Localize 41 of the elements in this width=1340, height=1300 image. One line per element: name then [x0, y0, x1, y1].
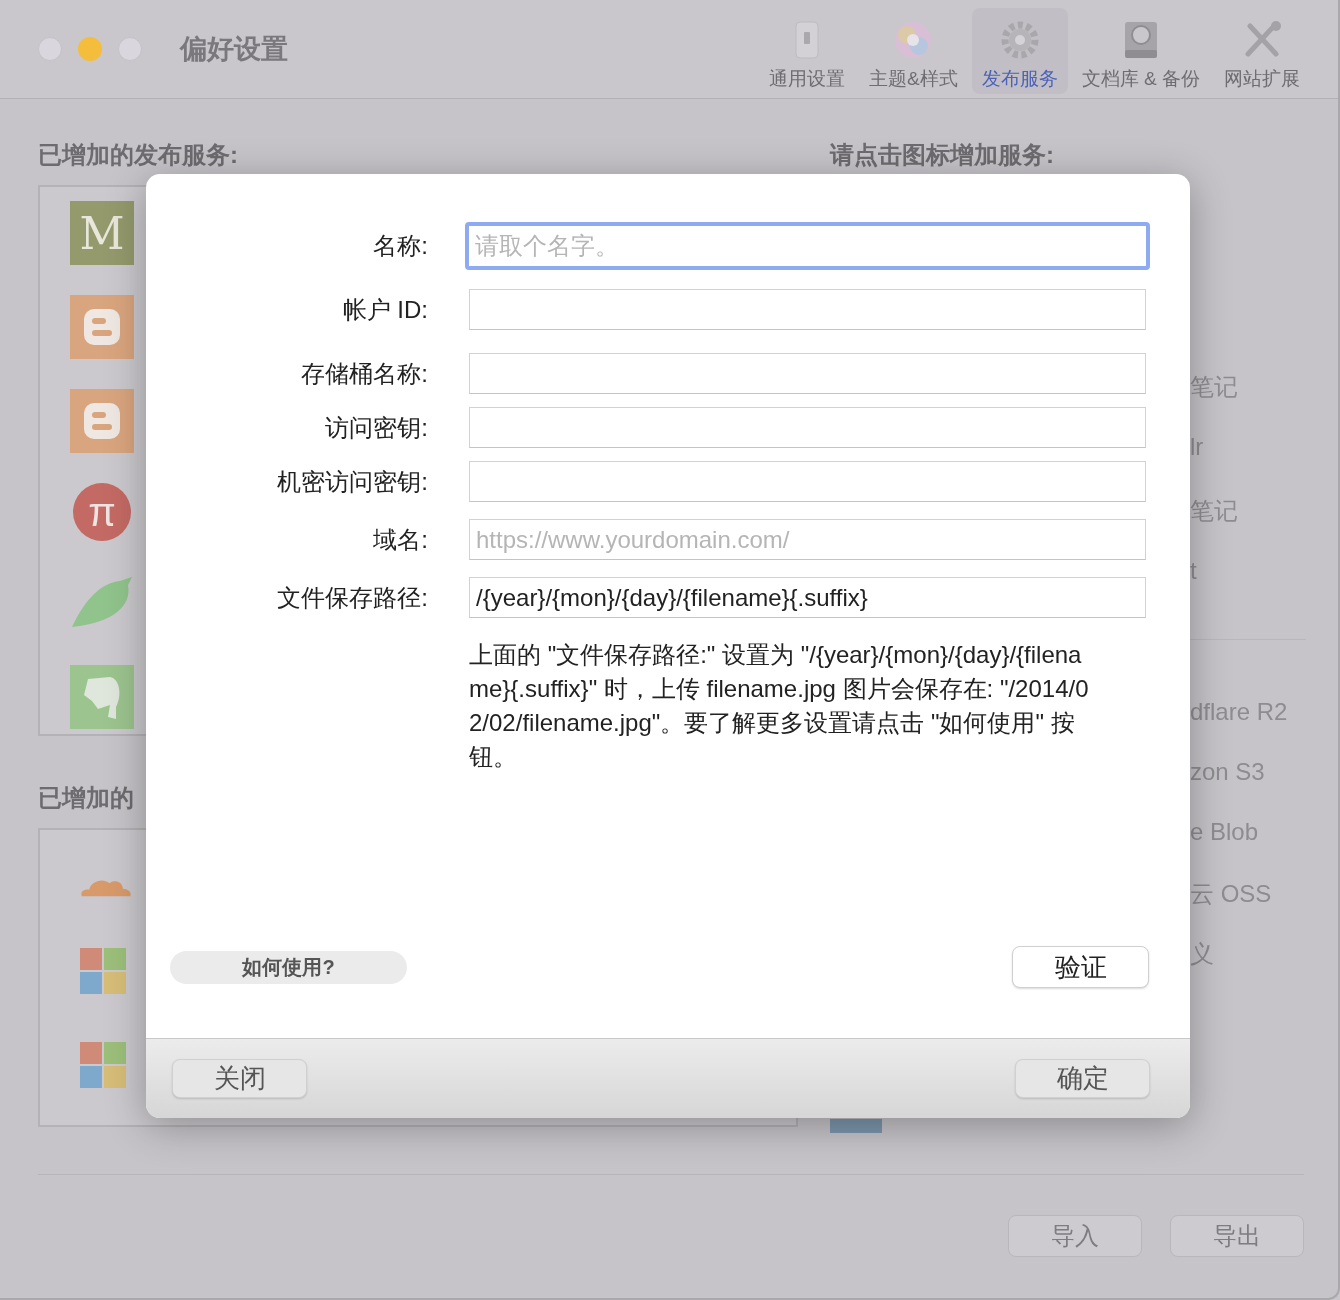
footer-button[interactable]: 导入 — [1008, 1215, 1142, 1257]
how-to-button[interactable]: 如何使用? — [170, 950, 407, 984]
section-heading: 已增加的 — [38, 783, 135, 813]
field-label: 访问密钥: — [324, 412, 428, 443]
pi-logo-icon[interactable]: π — [73, 483, 131, 541]
help-text: 上面的 "文件保存路径:" 设置为 "/{year}/{mon}/{day}/{filename}{.suffix}" 时，上传 filename.jpg 图片会保存在: "/2014/02/02/filename.jpg"。要了解更多设置请点击 "如何使用" 按钮。 — [469, 640, 1090, 772]
toolbar-tab[interactable]: 通用设置 — [759, 8, 856, 94]
field-label: 域名: — [372, 524, 428, 555]
footer-button[interactable]: 导出 — [1170, 1215, 1304, 1257]
ok-button[interactable]: 确定 — [1015, 1059, 1150, 1098]
blogger-icon[interactable] — [70, 295, 134, 359]
input-field[interactable] — [469, 353, 1146, 394]
input-field[interactable]: 请取个名字。 — [465, 222, 1150, 270]
windows-icon[interactable] — [80, 948, 126, 994]
input-field[interactable] — [469, 407, 1146, 448]
field-label: 名称: — [372, 231, 428, 261]
toolbar-tab[interactable]: 主题&样式 — [859, 8, 968, 94]
input-field[interactable] — [469, 289, 1146, 330]
storage-option[interactable]: dflare R2 — [1190, 698, 1338, 730]
field-label: 存储桶名称: — [300, 358, 428, 389]
input-field[interactable]: https://www.yourdomain.com/ — [469, 519, 1146, 560]
storage-option[interactable]: zon S3 — [1190, 758, 1338, 790]
toolbar-tab[interactable]: 文档库 & 备份 — [1071, 8, 1210, 94]
input-field[interactable]: /{year}/{mon}/{day}/{filename}{.suffix} — [469, 577, 1146, 618]
service-icon[interactable] — [830, 1119, 882, 1133]
toolbar-tab[interactable]: 发布服务 — [971, 8, 1068, 94]
field-label: 帐户 ID: — [341, 294, 428, 325]
verify-button[interactable]: 验证 — [1012, 946, 1149, 988]
window-title: 偏好设置 — [180, 33, 288, 66]
windows-icon[interactable] — [80, 1042, 126, 1088]
elephant-icon[interactable] — [70, 665, 134, 729]
toolbar-tab[interactable]: 网站扩展 — [1214, 8, 1310, 94]
field-label: 机密访问密钥: — [276, 466, 428, 497]
section-heading: 请点击图标增加服务: — [830, 140, 1055, 170]
close-button[interactable]: 关闭 — [172, 1059, 307, 1098]
blogger-icon[interactable] — [70, 389, 134, 453]
input-field[interactable] — [469, 461, 1146, 502]
minimize-icon[interactable] — [78, 37, 102, 61]
field-label: 文件保存路径: — [276, 582, 428, 613]
section-heading: 已增加的发布服务: — [38, 140, 239, 170]
service-logo-icon[interactable]: M — [70, 201, 134, 265]
